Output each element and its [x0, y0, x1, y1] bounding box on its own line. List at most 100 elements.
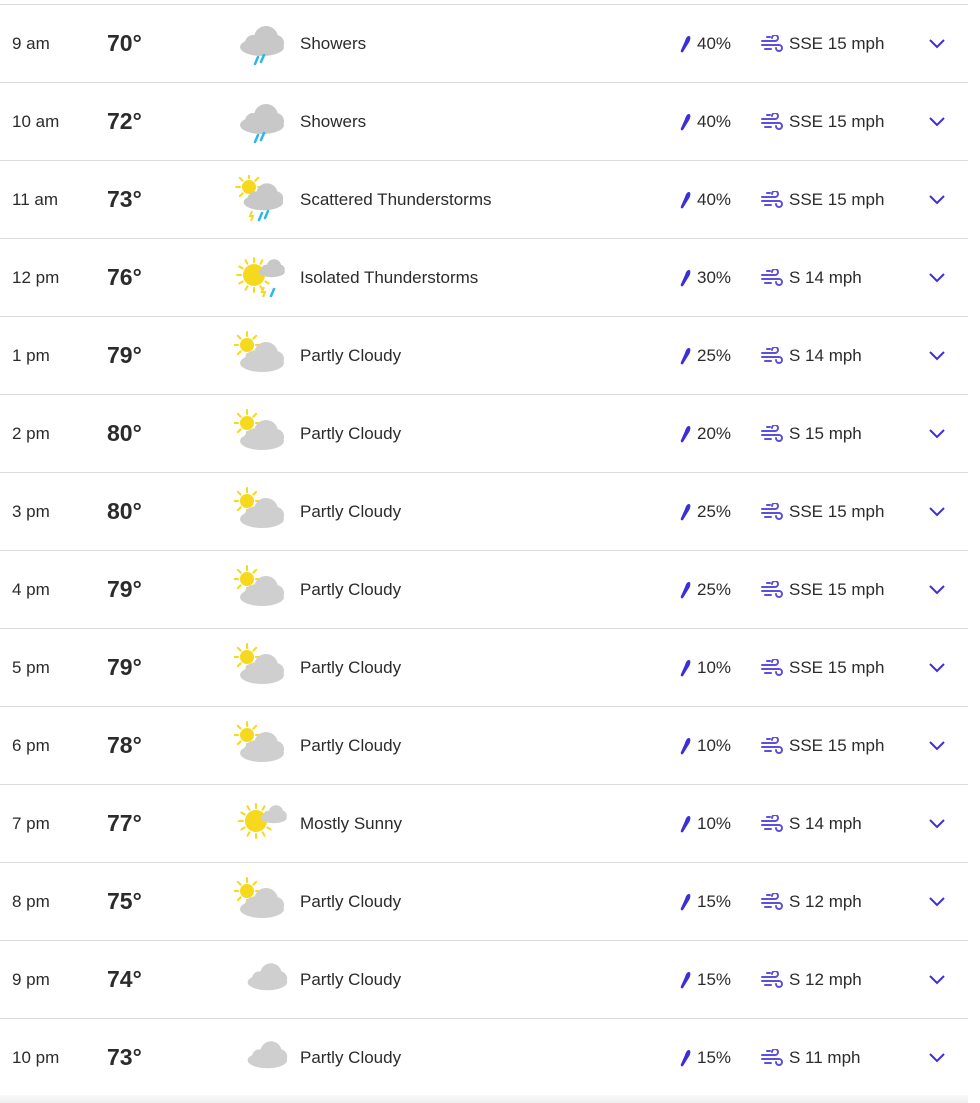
- precipitation: 25%: [680, 551, 731, 628]
- hour-label: 7 pm: [12, 814, 50, 833]
- forecast-row[interactable]: 10 am 72° Showers 40% SSE 15 mph: [0, 83, 968, 161]
- wind-speed: SSE 15 mph: [789, 579, 885, 599]
- forecast-row[interactable]: 11 am 73° Scattered Thunderstorms 40% SS…: [0, 161, 968, 239]
- temperature: 77°: [107, 810, 142, 836]
- chevron-down-icon[interactable]: [927, 34, 947, 54]
- forecast-row[interactable]: 6 pm 78° Partly Cloudy 10% SSE 15 mph: [0, 707, 968, 785]
- forecast-row[interactable]: 12 pm 76° Isolated Thunderstorms 30% S 1…: [0, 239, 968, 317]
- precipitation: 25%: [680, 473, 731, 550]
- temperature: 80°: [107, 420, 142, 446]
- temperature: 73°: [107, 186, 142, 212]
- hour-label: 10 pm: [12, 1048, 60, 1067]
- condition-text: Partly Cloudy: [300, 892, 402, 911]
- forecast-row[interactable]: 9 pm 74° Partly Cloudy 15% S 12 mph: [0, 941, 968, 1019]
- wind-icon: [761, 658, 783, 676]
- wind: SSE 15 mph: [761, 473, 884, 550]
- raindrop-icon: [680, 113, 691, 130]
- partly-cloudy-day-icon: [234, 487, 288, 537]
- wind: S 15 mph: [761, 395, 862, 472]
- wind: SSE 15 mph: [761, 629, 884, 706]
- chevron-down-icon[interactable]: [927, 346, 947, 366]
- forecast-row[interactable]: 10 pm 73° Partly Cloudy 15% S 11 mph: [0, 1019, 968, 1097]
- wind: SSE 15 mph: [761, 161, 884, 238]
- temperature: 70°: [107, 30, 142, 56]
- condition-text: Mostly Sunny: [300, 814, 403, 833]
- chevron-down-icon[interactable]: [927, 970, 947, 990]
- wind: SSE 15 mph: [761, 551, 884, 628]
- precip-chance: 25%: [697, 579, 732, 599]
- chevron-down-icon[interactable]: [927, 580, 947, 600]
- wind: S 11 mph: [761, 1019, 861, 1096]
- wind: S 12 mph: [761, 863, 862, 940]
- forecast-row[interactable]: 4 pm 79° Partly Cloudy 25% SSE 15 mph: [0, 551, 968, 629]
- forecast-row[interactable]: 8 pm 75° Partly Cloudy 15% S 12 mph: [0, 863, 968, 941]
- hour-label: 1 pm: [12, 346, 50, 365]
- forecast-row[interactable]: 5 pm 79° Partly Cloudy 10% SSE 15 mph: [0, 629, 968, 707]
- wind-speed: SSE 15 mph: [789, 189, 885, 209]
- condition-text: Partly Cloudy: [300, 346, 402, 365]
- wind-speed: S 11 mph: [789, 1047, 861, 1067]
- partly-cloudy-night-icon: [234, 1033, 288, 1083]
- precip-chance: 15%: [697, 891, 732, 911]
- chevron-down-icon[interactable]: [927, 268, 947, 288]
- forecast-row[interactable]: 9 am 70° Showers 40% SSE 15 mph: [0, 5, 968, 83]
- showers-icon: [234, 97, 288, 147]
- wind-icon: [761, 580, 783, 598]
- hour-label: 11 am: [12, 190, 58, 209]
- forecast-row[interactable]: 2 pm 80° Partly Cloudy 20% S 15 mph: [0, 395, 968, 473]
- wind-icon: [761, 346, 783, 364]
- condition-text: Partly Cloudy: [300, 736, 402, 755]
- temperature: 72°: [107, 108, 142, 134]
- wind-speed: S 12 mph: [789, 969, 862, 989]
- chevron-down-icon[interactable]: [927, 892, 947, 912]
- precip-chance: 15%: [697, 969, 732, 989]
- wind-icon: [761, 1048, 783, 1066]
- wind-speed: SSE 15 mph: [789, 111, 885, 131]
- precipitation: 20%: [680, 395, 731, 472]
- partly-cloudy-day-icon: [234, 643, 288, 693]
- chevron-down-icon[interactable]: [927, 736, 947, 756]
- wind-speed: SSE 15 mph: [789, 33, 885, 53]
- raindrop-icon: [680, 347, 691, 364]
- wind-speed: S 14 mph: [789, 267, 862, 287]
- wind-icon: [761, 268, 783, 286]
- chevron-down-icon[interactable]: [927, 190, 947, 210]
- partly-cloudy-night-icon: [234, 955, 288, 1005]
- chevron-down-icon[interactable]: [927, 658, 947, 678]
- condition-text: Partly Cloudy: [300, 658, 402, 677]
- precip-chance: 20%: [697, 423, 732, 443]
- chevron-down-icon[interactable]: [927, 1048, 947, 1068]
- wind-speed: S 12 mph: [789, 891, 862, 911]
- chevron-down-icon[interactable]: [927, 112, 947, 132]
- wind-icon: [761, 814, 783, 832]
- precipitation: 40%: [680, 83, 731, 160]
- forecast-row[interactable]: 3 pm 80° Partly Cloudy 25% SSE 15 mph: [0, 473, 968, 551]
- condition-text: Partly Cloudy: [300, 580, 402, 599]
- temperature: 75°: [107, 888, 142, 914]
- wind-icon: [761, 112, 783, 130]
- precipitation: 10%: [680, 707, 731, 784]
- wind-speed: S 14 mph: [789, 813, 862, 833]
- condition-text: Partly Cloudy: [300, 424, 402, 443]
- raindrop-icon: [680, 269, 691, 286]
- wind-icon: [761, 892, 783, 910]
- precipitation: 40%: [680, 161, 731, 238]
- precip-chance: 40%: [697, 189, 732, 209]
- condition-text: Partly Cloudy: [300, 970, 402, 989]
- raindrop-icon: [680, 191, 691, 208]
- showers-icon: [234, 19, 288, 69]
- raindrop-icon: [680, 971, 691, 988]
- precipitation: 10%: [680, 785, 731, 862]
- chevron-down-icon[interactable]: [927, 424, 947, 444]
- hour-label: 9 am: [12, 34, 50, 53]
- wind-icon: [761, 34, 783, 52]
- wind-speed: S 14 mph: [789, 345, 862, 365]
- wind-speed: S 15 mph: [789, 423, 862, 443]
- chevron-down-icon[interactable]: [927, 814, 947, 834]
- precipitation: 10%: [680, 629, 731, 706]
- condition-text: Partly Cloudy: [300, 1048, 402, 1067]
- forecast-row[interactable]: 1 pm 79° Partly Cloudy 25% S 14 mph: [0, 317, 968, 395]
- chevron-down-icon[interactable]: [927, 502, 947, 522]
- forecast-row[interactable]: 7 pm 77° Mostly Sunny 10% S 14 mph: [0, 785, 968, 863]
- temperature: 74°: [107, 966, 142, 992]
